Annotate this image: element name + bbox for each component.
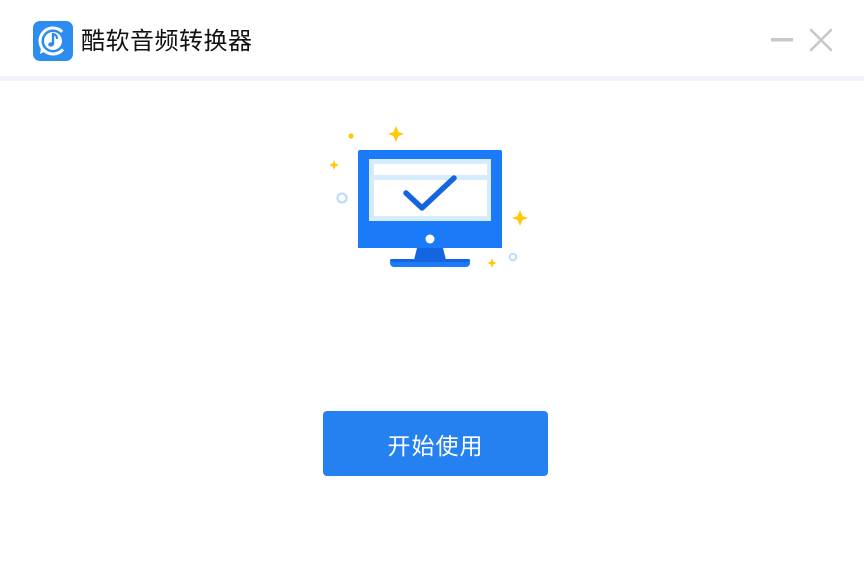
close-button[interactable]: [807, 26, 835, 54]
close-icon: [807, 28, 835, 58]
start-using-button[interactable]: 开始使用: [323, 411, 548, 476]
app-title: 酷软音频转换器: [81, 27, 253, 55]
title-bar-divider: [0, 76, 864, 81]
minimize-icon: [768, 38, 796, 58]
minimize-button[interactable]: [768, 26, 796, 54]
app-window: 酷软音频转换器 开始使用: [0, 0, 864, 564]
music-note-refresh-icon: [33, 21, 73, 61]
title-bar: 酷软音频转换器: [0, 0, 864, 76]
monitor-checkmark-icon: [322, 120, 538, 276]
